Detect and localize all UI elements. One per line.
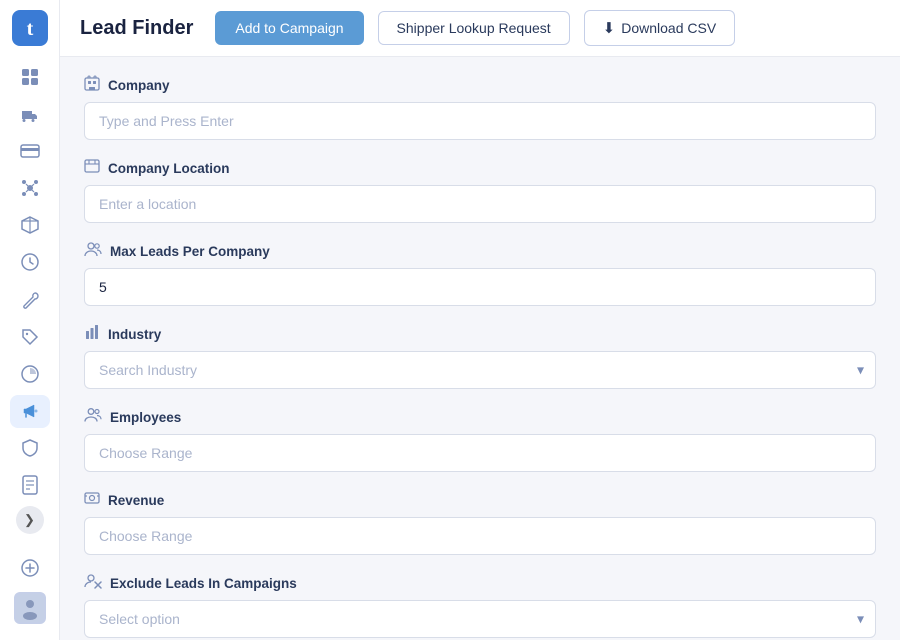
sidebar-item-box[interactable] xyxy=(10,209,50,242)
shipper-lookup-button[interactable]: Shipper Lookup Request xyxy=(378,11,570,45)
revenue-label: Revenue xyxy=(84,490,876,510)
max-leads-input[interactable] xyxy=(84,268,876,306)
revenue-icon xyxy=(84,490,100,510)
sidebar-item-tag[interactable] xyxy=(10,320,50,353)
revenue-group: Revenue xyxy=(84,490,876,555)
employees-input[interactable] xyxy=(84,434,876,472)
company-location-label: Company Location xyxy=(84,158,876,178)
sidebar-item-tools[interactable] xyxy=(10,283,50,316)
exclude-leads-input[interactable] xyxy=(84,600,876,638)
sidebar-item-shield[interactable] xyxy=(10,432,50,465)
max-leads-group: Max Leads Per Company xyxy=(84,241,876,306)
sidebar-item-truck[interactable] xyxy=(10,97,50,130)
user-avatar[interactable] xyxy=(14,592,46,624)
svg-text:t: t xyxy=(26,18,33,40)
employees-icon xyxy=(84,407,102,427)
company-group: Company xyxy=(84,75,876,140)
download-csv-button[interactable]: ⬇ Download CSV xyxy=(584,10,736,46)
industry-group: Industry ▾ xyxy=(84,324,876,389)
header: Lead Finder Add to Campaign Shipper Look… xyxy=(60,0,900,57)
company-icon xyxy=(84,75,100,95)
exclude-leads-group: Exclude Leads In Campaigns ▾ xyxy=(84,573,876,638)
sidebar-item-integrations[interactable] xyxy=(10,172,50,205)
exclude-leads-select-wrapper: ▾ xyxy=(84,600,876,638)
sidebar-item-card[interactable] xyxy=(10,134,50,167)
sidebar-item-document[interactable] xyxy=(10,469,50,502)
download-icon: ⬇ xyxy=(603,19,616,37)
employees-label: Employees xyxy=(84,407,876,427)
max-leads-label: Max Leads Per Company xyxy=(84,241,876,261)
sidebar-item-megaphone[interactable] xyxy=(10,395,50,428)
sidebar-item-home[interactable] xyxy=(10,60,50,93)
sidebar-item-add[interactable] xyxy=(10,548,50,588)
sidebar-bottom xyxy=(10,548,50,630)
page-title: Lead Finder xyxy=(80,17,193,40)
company-input[interactable] xyxy=(84,102,876,140)
sidebar-item-analytics[interactable] xyxy=(10,357,50,390)
add-to-campaign-button[interactable]: Add to Campaign xyxy=(215,11,363,45)
form-area: Company Company Location Max Leads Per C… xyxy=(60,57,900,640)
sidebar-item-clock[interactable] xyxy=(10,246,50,279)
sidebar-expand-button[interactable]: ❯ xyxy=(16,506,44,534)
location-icon xyxy=(84,158,100,178)
company-location-group: Company Location xyxy=(84,158,876,223)
exclude-icon xyxy=(84,573,102,593)
revenue-input[interactable] xyxy=(84,517,876,555)
industry-input[interactable] xyxy=(84,351,876,389)
exclude-leads-label: Exclude Leads In Campaigns xyxy=(84,573,876,593)
industry-select-wrapper: ▾ xyxy=(84,351,876,389)
sidebar: t ❯ xyxy=(0,0,60,640)
app-logo[interactable]: t xyxy=(12,10,48,46)
industry-icon xyxy=(84,324,100,344)
company-label: Company xyxy=(84,75,876,95)
main-content: Lead Finder Add to Campaign Shipper Look… xyxy=(60,0,900,640)
company-location-input[interactable] xyxy=(84,185,876,223)
industry-label: Industry xyxy=(84,324,876,344)
people-icon xyxy=(84,241,102,261)
employees-group: Employees xyxy=(84,407,876,472)
